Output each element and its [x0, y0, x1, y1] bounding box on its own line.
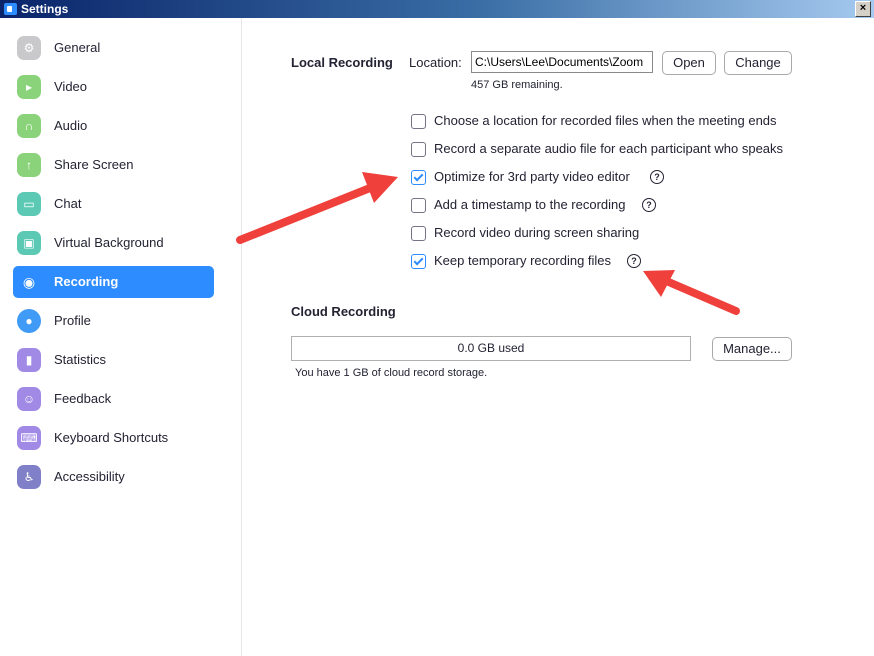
sidebar-item-virtual-background[interactable]: ▣ Virtual Background — [13, 227, 214, 259]
sidebar-item-keyboard-shortcuts[interactable]: ⌨ Keyboard Shortcuts — [13, 422, 214, 454]
sidebar-item-statistics[interactable]: ▮ Statistics — [13, 344, 214, 376]
checkbox-unchecked[interactable] — [411, 142, 426, 157]
virtual-background-icon: ▣ — [17, 231, 41, 255]
sidebar-item-chat[interactable]: ▭ Chat — [13, 188, 214, 220]
option-label: Optimize for 3rd party video editor — [434, 169, 630, 184]
recording-settings-panel: Local Recording Location: C:\Users\Lee\D… — [242, 18, 874, 656]
checkbox-unchecked[interactable] — [411, 226, 426, 241]
cloud-storage-usage-bar: 0.0 GB used — [291, 336, 691, 361]
sidebar-item-audio[interactable]: ∩ Audio — [13, 110, 214, 142]
change-button[interactable]: Change — [724, 51, 792, 75]
record-icon: ◉ — [22, 274, 36, 290]
title-bar: Settings × — [0, 0, 874, 18]
option-label: Keep temporary recording files — [434, 253, 612, 268]
sidebar-item-label: General — [54, 40, 101, 55]
help-icon[interactable]: ? — [650, 170, 664, 184]
sidebar-item-label: Keyboard Shortcuts — [54, 430, 169, 445]
sidebar-item-video[interactable]: ▸ Video — [13, 71, 214, 103]
accessibility-icon: ♿ — [17, 465, 41, 489]
sidebar-item-label: Share Screen — [54, 157, 134, 172]
sidebar-item-label: Feedback — [54, 391, 112, 406]
storage-remaining: 457 GB remaining. — [471, 79, 563, 91]
location-field[interactable]: C:\Users\Lee\Documents\Zoom — [471, 51, 653, 73]
sidebar-item-label: Video — [54, 79, 88, 94]
settings-sidebar: ⚙ General ▸ Video ∩ Audio ↑ Share Screen ▭ Chat ▣ V… — [0, 18, 242, 656]
keyboard-icon: ⌨ — [17, 426, 41, 450]
video-camera-icon: ▸ — [17, 75, 41, 99]
checkbox-checked[interactable] — [411, 170, 426, 185]
cloud-recording-title: Cloud Recording — [291, 304, 396, 319]
local-recording-title: Local Recording — [291, 55, 393, 70]
location-label: Location: — [409, 55, 462, 70]
sidebar-item-label: Chat — [54, 196, 82, 211]
option-label: Choose a location for recorded files whe… — [434, 113, 777, 128]
sidebar-item-label: Profile — [54, 313, 91, 328]
feedback-icon: ☺ — [17, 387, 41, 411]
gear-icon: ⚙ — [17, 36, 41, 60]
open-button[interactable]: Open — [662, 51, 716, 75]
option-label: Add a timestamp to the recording — [434, 197, 626, 212]
statistics-icon: ▮ — [17, 348, 41, 372]
sidebar-item-label: Audio — [54, 118, 88, 133]
share-screen-icon: ↑ — [17, 153, 41, 177]
sidebar-item-feedback[interactable]: ☺ Feedback — [13, 383, 214, 415]
cloud-storage-note: You have 1 GB of cloud record storage. — [295, 367, 488, 379]
sidebar-item-accessibility[interactable]: ♿ Accessibility — [13, 461, 214, 493]
sidebar-item-label: Virtual Background — [54, 235, 164, 250]
close-button[interactable]: × — [855, 1, 871, 17]
window-title: Settings — [21, 2, 69, 16]
chat-bubble-icon: ▭ — [17, 192, 41, 216]
help-icon[interactable]: ? — [627, 254, 641, 268]
checkbox-checked[interactable] — [411, 254, 426, 269]
sidebar-item-label: Recording — [54, 274, 119, 289]
sidebar-item-share-screen[interactable]: ↑ Share Screen — [13, 149, 214, 181]
headphones-icon: ∩ — [17, 114, 41, 138]
sidebar-item-profile[interactable]: ● Profile — [13, 305, 214, 337]
zoom-app-icon — [4, 3, 17, 15]
manage-button[interactable]: Manage... — [712, 337, 792, 361]
sidebar-item-general[interactable]: ⚙ General — [13, 32, 214, 64]
checkbox-unchecked[interactable] — [411, 114, 426, 129]
help-icon[interactable]: ? — [642, 198, 656, 212]
sidebar-item-recording[interactable]: ◉ Recording — [13, 266, 214, 298]
option-label: Record video during screen sharing — [434, 225, 640, 240]
profile-icon: ● — [17, 309, 41, 333]
option-label: Record a separate audio file for each pa… — [434, 141, 784, 156]
sidebar-item-label: Statistics — [54, 352, 107, 367]
sidebar-item-label: Accessibility — [54, 469, 125, 484]
checkbox-unchecked[interactable] — [411, 198, 426, 213]
